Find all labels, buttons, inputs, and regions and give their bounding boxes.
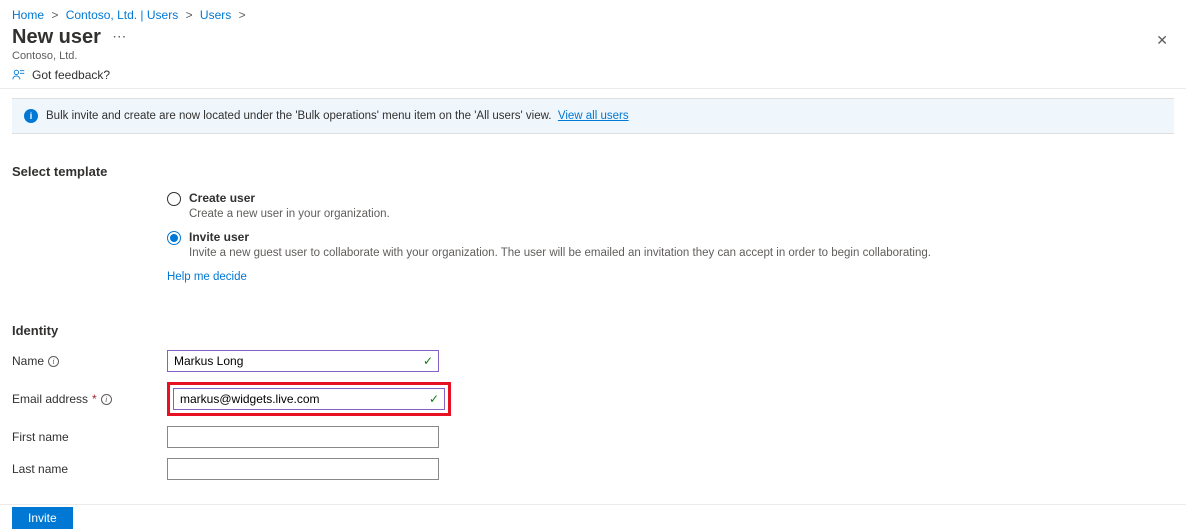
page-subtitle: Contoso, Ltd. — [12, 50, 126, 62]
email-highlight: ✓ — [167, 382, 451, 416]
footer-bar: Invite — [0, 504, 1186, 530]
radio-invite-desc: Invite a new guest user to collaborate w… — [189, 247, 931, 259]
radio-create-desc: Create a new user in your organization. — [189, 208, 931, 220]
breadcrumb-home[interactable]: Home — [12, 8, 44, 22]
email-input[interactable] — [173, 388, 445, 410]
last-name-input[interactable] — [167, 458, 439, 480]
breadcrumb-org-users[interactable]: Contoso, Ltd. | Users — [66, 8, 179, 22]
content-scroll[interactable]: i Bulk invite and create are now located… — [0, 80, 1186, 504]
chevron-right-icon: > — [51, 8, 58, 22]
first-name-label: First name — [12, 430, 167, 444]
chevron-right-icon: > — [186, 8, 193, 22]
banner-text: Bulk invite and create are now located u… — [46, 110, 551, 122]
radio-invite-label: Invite user — [189, 230, 249, 244]
section-identity: Identity — [12, 323, 1174, 338]
info-icon: i — [24, 109, 38, 123]
radio-create-label: Create user — [189, 191, 255, 205]
radio-icon — [167, 192, 181, 206]
invite-button[interactable]: Invite — [12, 507, 73, 529]
required-icon: * — [92, 392, 97, 406]
name-input[interactable] — [167, 350, 439, 372]
radio-invite-user[interactable]: Invite user Invite a new guest user to c… — [167, 230, 931, 259]
first-name-input[interactable] — [167, 426, 439, 448]
info-icon[interactable]: i — [48, 356, 59, 367]
check-icon: ✓ — [429, 392, 439, 406]
info-icon[interactable]: i — [101, 394, 112, 405]
radio-icon-selected — [167, 231, 181, 245]
section-select-template: Select template — [12, 164, 1174, 179]
breadcrumb-users[interactable]: Users — [200, 8, 231, 22]
radio-create-user[interactable]: Create user Create a new user in your or… — [167, 191, 931, 220]
info-banner: i Bulk invite and create are now located… — [12, 98, 1174, 134]
last-name-label: Last name — [12, 462, 167, 476]
chevron-right-icon: > — [239, 8, 246, 22]
more-icon[interactable]: ⋯ — [112, 28, 126, 44]
page-title: New user — [12, 26, 101, 49]
close-icon[interactable]: ✕ — [1150, 26, 1174, 55]
email-label: Email address * i — [12, 392, 167, 406]
check-icon: ✓ — [423, 354, 433, 368]
name-label: Name i — [12, 354, 167, 368]
help-me-decide-link[interactable]: Help me decide — [167, 271, 247, 283]
breadcrumb: Home > Contoso, Ltd. | Users > Users > — [0, 0, 1186, 26]
view-all-users-link[interactable]: View all users — [558, 110, 629, 122]
